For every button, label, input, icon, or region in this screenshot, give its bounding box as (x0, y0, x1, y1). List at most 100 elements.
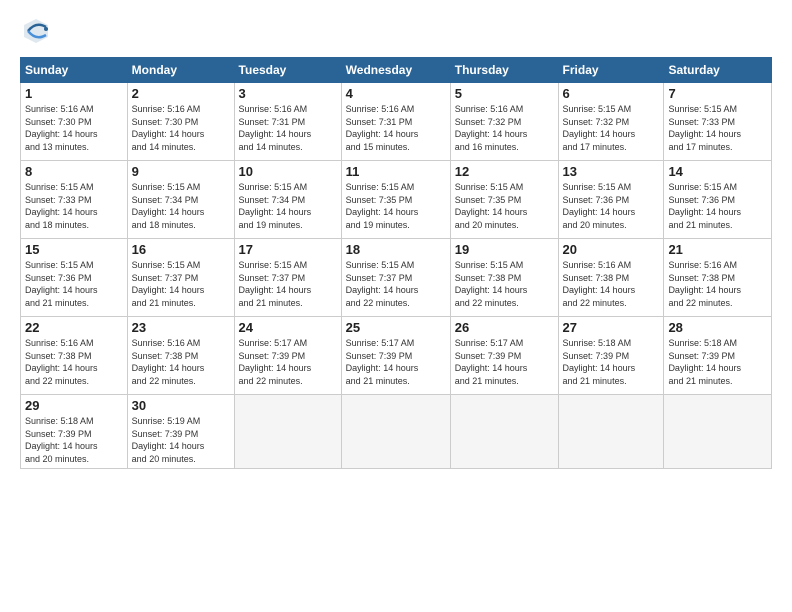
day-number: 29 (25, 398, 123, 413)
page: Sunday Monday Tuesday Wednesday Thursday… (0, 0, 792, 612)
day-number: 6 (563, 86, 660, 101)
calendar-cell: 13 Sunrise: 5:15 AMSunset: 7:36 PMDayligh… (558, 161, 664, 239)
calendar-cell: 20 Sunrise: 5:16 AMSunset: 7:38 PMDayligh… (558, 239, 664, 317)
day-info: Sunrise: 5:16 AMSunset: 7:31 PMDaylight:… (346, 103, 446, 153)
day-info: Sunrise: 5:16 AMSunset: 7:38 PMDaylight:… (668, 259, 767, 309)
col-tuesday: Tuesday (234, 58, 341, 83)
header (20, 15, 772, 47)
day-info: Sunrise: 5:16 AMSunset: 7:30 PMDaylight:… (25, 103, 123, 153)
day-number: 17 (239, 242, 337, 257)
day-info: Sunrise: 5:15 AMSunset: 7:33 PMDaylight:… (25, 181, 123, 231)
calendar-cell (234, 395, 341, 469)
calendar-cell: 23 Sunrise: 5:16 AMSunset: 7:38 PMDayligh… (127, 317, 234, 395)
day-number: 27 (563, 320, 660, 335)
col-sunday: Sunday (21, 58, 128, 83)
calendar-cell: 11 Sunrise: 5:15 AMSunset: 7:35 PMDayligh… (341, 161, 450, 239)
day-number: 21 (668, 242, 767, 257)
day-info: Sunrise: 5:15 AMSunset: 7:36 PMDaylight:… (563, 181, 660, 231)
day-info: Sunrise: 5:18 AMSunset: 7:39 PMDaylight:… (668, 337, 767, 387)
day-info: Sunrise: 5:16 AMSunset: 7:38 PMDaylight:… (25, 337, 123, 387)
calendar-cell: 21 Sunrise: 5:16 AMSunset: 7:38 PMDayligh… (664, 239, 772, 317)
calendar-cell: 6 Sunrise: 5:15 AMSunset: 7:32 PMDaylight… (558, 83, 664, 161)
calendar-cell: 7 Sunrise: 5:15 AMSunset: 7:33 PMDaylight… (664, 83, 772, 161)
day-number: 2 (132, 86, 230, 101)
calendar-cell (341, 395, 450, 469)
calendar-cell: 25Sunrise: 5:17 AMSunset: 7:39 PMDayligh… (341, 317, 450, 395)
day-number: 5 (455, 86, 554, 101)
day-number: 25 (346, 320, 446, 335)
calendar-cell: 29 Sunrise: 5:18 AMSunset: 7:39 PMDayligh… (21, 395, 128, 469)
day-number: 16 (132, 242, 230, 257)
calendar-cell: 30 Sunrise: 5:19 AMSunset: 7:39 PMDayligh… (127, 395, 234, 469)
col-monday: Monday (127, 58, 234, 83)
day-info: Sunrise: 5:16 AMSunset: 7:38 PMDaylight:… (132, 337, 230, 387)
calendar-cell: 10 Sunrise: 5:15 AMSunset: 7:34 PMDayligh… (234, 161, 341, 239)
calendar-cell: 1Sunrise: 5:16 AMSunset: 7:30 PMDaylight… (21, 83, 128, 161)
calendar-cell: 5 Sunrise: 5:16 AMSunset: 7:32 PMDaylight… (450, 83, 558, 161)
day-number: 11 (346, 164, 446, 179)
calendar-cell (664, 395, 772, 469)
logo-icon (20, 15, 52, 47)
day-number: 20 (563, 242, 660, 257)
calendar-cell: 17 Sunrise: 5:15 AMSunset: 7:37 PMDayligh… (234, 239, 341, 317)
day-info: Sunrise: 5:15 AMSunset: 7:32 PMDaylight:… (563, 103, 660, 153)
day-number: 9 (132, 164, 230, 179)
calendar-table: Sunday Monday Tuesday Wednesday Thursday… (20, 57, 772, 469)
calendar-cell: 28 Sunrise: 5:18 AMSunset: 7:39 PMDayligh… (664, 317, 772, 395)
day-info: Sunrise: 5:16 AMSunset: 7:31 PMDaylight:… (239, 103, 337, 153)
day-info: Sunrise: 5:17 AMSunset: 7:39 PMDaylight:… (239, 337, 337, 387)
day-info: Sunrise: 5:18 AMSunset: 7:39 PMDaylight:… (563, 337, 660, 387)
col-saturday: Saturday (664, 58, 772, 83)
day-info: Sunrise: 5:15 AMSunset: 7:37 PMDaylight:… (239, 259, 337, 309)
calendar-cell (450, 395, 558, 469)
day-number: 10 (239, 164, 337, 179)
day-number: 8 (25, 164, 123, 179)
day-info: Sunrise: 5:15 AMSunset: 7:35 PMDaylight:… (455, 181, 554, 231)
day-info: Sunrise: 5:15 AMSunset: 7:37 PMDaylight:… (132, 259, 230, 309)
day-number: 14 (668, 164, 767, 179)
day-number: 4 (346, 86, 446, 101)
calendar-cell: 18Sunrise: 5:15 AMSunset: 7:37 PMDayligh… (341, 239, 450, 317)
calendar-cell: 26 Sunrise: 5:17 AMSunset: 7:39 PMDayligh… (450, 317, 558, 395)
day-number: 22 (25, 320, 123, 335)
calendar-cell: 24 Sunrise: 5:17 AMSunset: 7:39 PMDayligh… (234, 317, 341, 395)
day-info: Sunrise: 5:15 AMSunset: 7:36 PMDaylight:… (25, 259, 123, 309)
calendar-cell: 14 Sunrise: 5:15 AMSunset: 7:36 PMDayligh… (664, 161, 772, 239)
calendar-cell: 22 Sunrise: 5:16 AMSunset: 7:38 PMDayligh… (21, 317, 128, 395)
calendar-cell: 8 Sunrise: 5:15 AMSunset: 7:33 PMDaylight… (21, 161, 128, 239)
calendar-cell: 15 Sunrise: 5:15 AMSunset: 7:36 PMDayligh… (21, 239, 128, 317)
calendar-cell: 16 Sunrise: 5:15 AMSunset: 7:37 PMDayligh… (127, 239, 234, 317)
col-thursday: Thursday (450, 58, 558, 83)
day-number: 28 (668, 320, 767, 335)
day-info: Sunrise: 5:15 AMSunset: 7:33 PMDaylight:… (668, 103, 767, 153)
day-info: Sunrise: 5:16 AMSunset: 7:38 PMDaylight:… (563, 259, 660, 309)
day-number: 26 (455, 320, 554, 335)
calendar-cell: 3Sunrise: 5:16 AMSunset: 7:31 PMDaylight… (234, 83, 341, 161)
day-info: Sunrise: 5:18 AMSunset: 7:39 PMDaylight:… (25, 415, 123, 465)
day-info: Sunrise: 5:17 AMSunset: 7:39 PMDaylight:… (455, 337, 554, 387)
day-number: 13 (563, 164, 660, 179)
day-number: 12 (455, 164, 554, 179)
calendar-cell (558, 395, 664, 469)
day-number: 30 (132, 398, 230, 413)
day-info: Sunrise: 5:15 AMSunset: 7:38 PMDaylight:… (455, 259, 554, 309)
day-info: Sunrise: 5:19 AMSunset: 7:39 PMDaylight:… (132, 415, 230, 465)
day-info: Sunrise: 5:15 AMSunset: 7:34 PMDaylight:… (132, 181, 230, 231)
calendar-cell: 2 Sunrise: 5:16 AMSunset: 7:30 PMDaylight… (127, 83, 234, 161)
day-number: 18 (346, 242, 446, 257)
day-number: 19 (455, 242, 554, 257)
day-info: Sunrise: 5:15 AMSunset: 7:36 PMDaylight:… (668, 181, 767, 231)
col-friday: Friday (558, 58, 664, 83)
calendar-cell: 12 Sunrise: 5:15 AMSunset: 7:35 PMDayligh… (450, 161, 558, 239)
day-info: Sunrise: 5:16 AMSunset: 7:30 PMDaylight:… (132, 103, 230, 153)
day-number: 15 (25, 242, 123, 257)
day-info: Sunrise: 5:16 AMSunset: 7:32 PMDaylight:… (455, 103, 554, 153)
calendar-cell: 9 Sunrise: 5:15 AMSunset: 7:34 PMDaylight… (127, 161, 234, 239)
day-number: 23 (132, 320, 230, 335)
day-number: 24 (239, 320, 337, 335)
day-number: 7 (668, 86, 767, 101)
calendar-header-row: Sunday Monday Tuesday Wednesday Thursday… (21, 58, 772, 83)
day-info: Sunrise: 5:15 AMSunset: 7:35 PMDaylight:… (346, 181, 446, 231)
logo (20, 15, 54, 47)
day-info: Sunrise: 5:15 AMSunset: 7:34 PMDaylight:… (239, 181, 337, 231)
